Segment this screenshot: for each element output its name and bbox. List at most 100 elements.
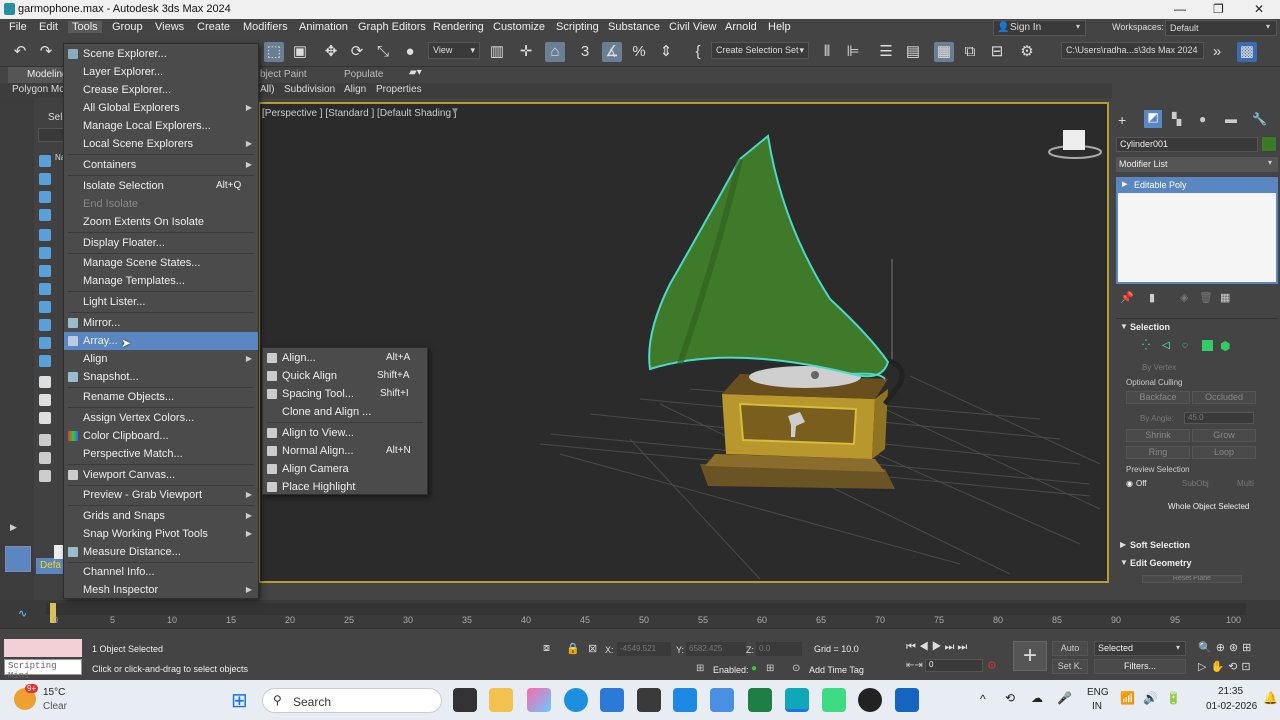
submenu-item-align[interactable]: Align... Alt+A xyxy=(263,349,427,367)
modify-tab-icon[interactable]: ◩ xyxy=(1144,110,1162,128)
menu-item-measure-distance[interactable]: Measure Distance... xyxy=(64,543,258,561)
viewcube[interactable] xyxy=(1063,130,1085,150)
tab-modeling[interactable]: Modeling xyxy=(8,67,68,83)
curve-editor-icon[interactable]: ⧉ xyxy=(960,42,980,62)
hierarchy-tab-icon[interactable]: ▚ xyxy=(1172,112,1181,126)
windows-start-icon[interactable]: ⊞ xyxy=(231,688,248,713)
multi-radio[interactable]: Multi xyxy=(1237,479,1254,488)
menu-graph-editors[interactable]: Graph Editors xyxy=(358,21,426,33)
keyboard-icon[interactable] xyxy=(39,470,51,482)
viewport-perspective[interactable]: [Perspective ] [Standard ] [Default Shad… xyxy=(258,102,1109,583)
minimize-icon[interactable]: — xyxy=(1174,2,1186,16)
spinner-snap-icon[interactable]: ⇕ xyxy=(656,42,676,62)
menu-scripting[interactable]: Scripting xyxy=(556,21,599,33)
sign-in-button[interactable]: 👤 Sign In ▾ xyxy=(993,20,1086,36)
task-view-icon[interactable] xyxy=(453,688,477,712)
x-coordinate-field[interactable]: -4549.521 xyxy=(617,642,671,656)
by-angle-checkbox[interactable]: By Angle: xyxy=(1140,414,1174,423)
notification-icon[interactable]: 🔔 xyxy=(1263,691,1278,705)
microphone-icon[interactable]: 🎤 xyxy=(1057,691,1072,705)
submenu-item-quick-align[interactable]: Quick Align Shift+A xyxy=(263,367,427,385)
subtab-subdivision[interactable]: Subdivision xyxy=(284,84,335,95)
tab-object-paint[interactable]: bject Paint xyxy=(260,69,307,80)
modifier-list-dropdown[interactable]: Modifier List ▾ xyxy=(1116,157,1278,172)
filters-button[interactable]: Filters... xyxy=(1094,659,1186,674)
display-spacewarps-icon[interactable] xyxy=(39,247,51,259)
select-manipulate-icon[interactable]: ✛ xyxy=(516,42,536,62)
stack-item-editable-poly[interactable]: ▶ Editable Poly xyxy=(1118,179,1276,193)
taskbar-search[interactable]: ⚲ Search xyxy=(262,688,442,713)
menu-item-light-lister[interactable]: Light Lister... xyxy=(64,293,258,311)
select-by-name-icon[interactable]: ▣ xyxy=(290,42,310,62)
mirror-icon[interactable]: ⫴ xyxy=(817,42,837,62)
expand-arrow-icon[interactable]: ▶ xyxy=(1122,180,1127,188)
keyboard-shortcut-icon[interactable]: ⌂ xyxy=(545,42,565,62)
menu-item-channel-info[interactable]: Channel Info... xyxy=(64,563,258,581)
lock-selection-icon[interactable]: 🔒 xyxy=(566,642,580,655)
menu-item-local-scene-explorers[interactable]: Local Scene Explorers ▶ xyxy=(64,135,258,153)
menu-item-assign-vertex-colors[interactable]: Assign Vertex Colors... xyxy=(64,409,258,427)
explorer-search-field[interactable] xyxy=(38,128,64,142)
viewport-nav-controls[interactable]: 🔍⊕⊛⊞ xyxy=(1198,641,1255,654)
display-hidden-icon[interactable] xyxy=(39,355,51,367)
battery-icon[interactable]: 🔋 xyxy=(1166,691,1181,705)
time-track[interactable] xyxy=(46,603,1246,615)
viewport-nav-controls-2[interactable]: ▷✋⟲⊡ xyxy=(1198,660,1255,673)
display-invert-icon[interactable] xyxy=(39,412,51,424)
shrink-button[interactable]: Shrink xyxy=(1126,429,1190,442)
menu-edit[interactable]: Edit xyxy=(39,21,58,33)
menu-item-manage-templates[interactable]: Manage Templates... xyxy=(64,272,258,290)
subtab-properties[interactable]: Properties xyxy=(376,84,422,95)
subtab-all[interactable]: All) xyxy=(260,84,274,95)
named-selection-dropdown[interactable]: Create Selection Set ▾ xyxy=(711,42,809,59)
schematic-view-icon[interactable]: ⊟ xyxy=(987,42,1007,62)
reference-coord-dropdown[interactable]: View ▾ xyxy=(428,42,480,59)
display-lights-icon[interactable] xyxy=(39,191,51,203)
set-key-icon[interactable]: + xyxy=(1013,641,1047,671)
make-unique-icon[interactable]: ◈ xyxy=(1180,291,1188,304)
scale-icon[interactable]: ⤡ xyxy=(373,42,393,62)
edit-named-selection-icon[interactable]: { xyxy=(688,42,708,62)
auto-key-button[interactable]: Auto xyxy=(1052,641,1088,656)
project-path-field[interactable]: C:\Users\radha...s\3ds Max 2024 xyxy=(1061,42,1204,59)
menu-item-viewport-canvas[interactable]: Viewport Canvas... xyxy=(64,466,258,484)
menu-item-all-global-explorers[interactable]: All Global Explorers ▶ xyxy=(64,99,258,117)
polygon-mode-icon[interactable] xyxy=(1202,340,1213,351)
angle-snap-icon[interactable]: ∡ xyxy=(602,42,622,62)
maxscript-mini-listener[interactable]: Scripting Mini xyxy=(4,659,82,681)
playback-controls[interactable]: ⏮◀▶⏭⏭ xyxy=(906,641,970,654)
undo-icon[interactable]: ↶ xyxy=(10,42,30,62)
object-name-field[interactable]: Cylinder001 xyxy=(1116,137,1258,152)
menu-rendering[interactable]: Rendering xyxy=(433,21,484,33)
submenu-item-place-highlight[interactable]: Place Highlight xyxy=(263,478,427,496)
select-region-icon[interactable]: ⬚ xyxy=(264,42,284,62)
menu-item-scene-explorer[interactable]: Scene Explorer... xyxy=(64,45,258,63)
by-angle-spinner[interactable]: 45.0 xyxy=(1184,412,1254,424)
layer-field[interactable]: Defa xyxy=(36,558,64,574)
object-color-swatch[interactable] xyxy=(1262,137,1276,151)
3ds-max-icon[interactable] xyxy=(785,688,809,712)
soft-selection-rollout[interactable]: Soft Selection xyxy=(1130,540,1190,550)
place-icon[interactable]: ● xyxy=(400,42,420,62)
ribbon-toggle-icon[interactable]: ▦ xyxy=(934,42,954,62)
app-icon-4[interactable] xyxy=(822,688,846,712)
adaptive-degradation-icon[interactable]: ⊞ xyxy=(696,663,704,674)
store-icon[interactable] xyxy=(600,688,624,712)
occluded-button[interactable]: Occluded xyxy=(1192,391,1256,404)
element-mode-icon[interactable]: ⬢ xyxy=(1220,339,1230,353)
menu-file[interactable]: File xyxy=(9,21,27,33)
z-coordinate-field[interactable]: 0.0 xyxy=(756,642,802,656)
pivot-icon[interactable]: ▥ xyxy=(487,42,507,62)
display-xrefs-icon[interactable] xyxy=(39,283,51,295)
time-config-icon[interactable]: ⚙ xyxy=(987,659,997,672)
motion-tab-icon[interactable]: ● xyxy=(1199,112,1206,126)
viewport-layout-icon[interactable] xyxy=(5,546,31,572)
menu-item-perspective-match[interactable]: Perspective Match... xyxy=(64,445,258,463)
app-icon-6[interactable] xyxy=(895,688,919,712)
remove-modifier-icon[interactable]: 🗑 xyxy=(1199,291,1213,304)
ribbon-options-icon[interactable]: ▰▾ xyxy=(409,67,422,78)
ring-button[interactable]: Ring xyxy=(1126,446,1190,459)
curve-editor-mini-icon[interactable]: ∿ xyxy=(18,607,27,620)
grid-toggle-icon[interactable]: ⊞ xyxy=(766,663,774,674)
selection-rollout-header[interactable]: Selection xyxy=(1130,322,1170,332)
